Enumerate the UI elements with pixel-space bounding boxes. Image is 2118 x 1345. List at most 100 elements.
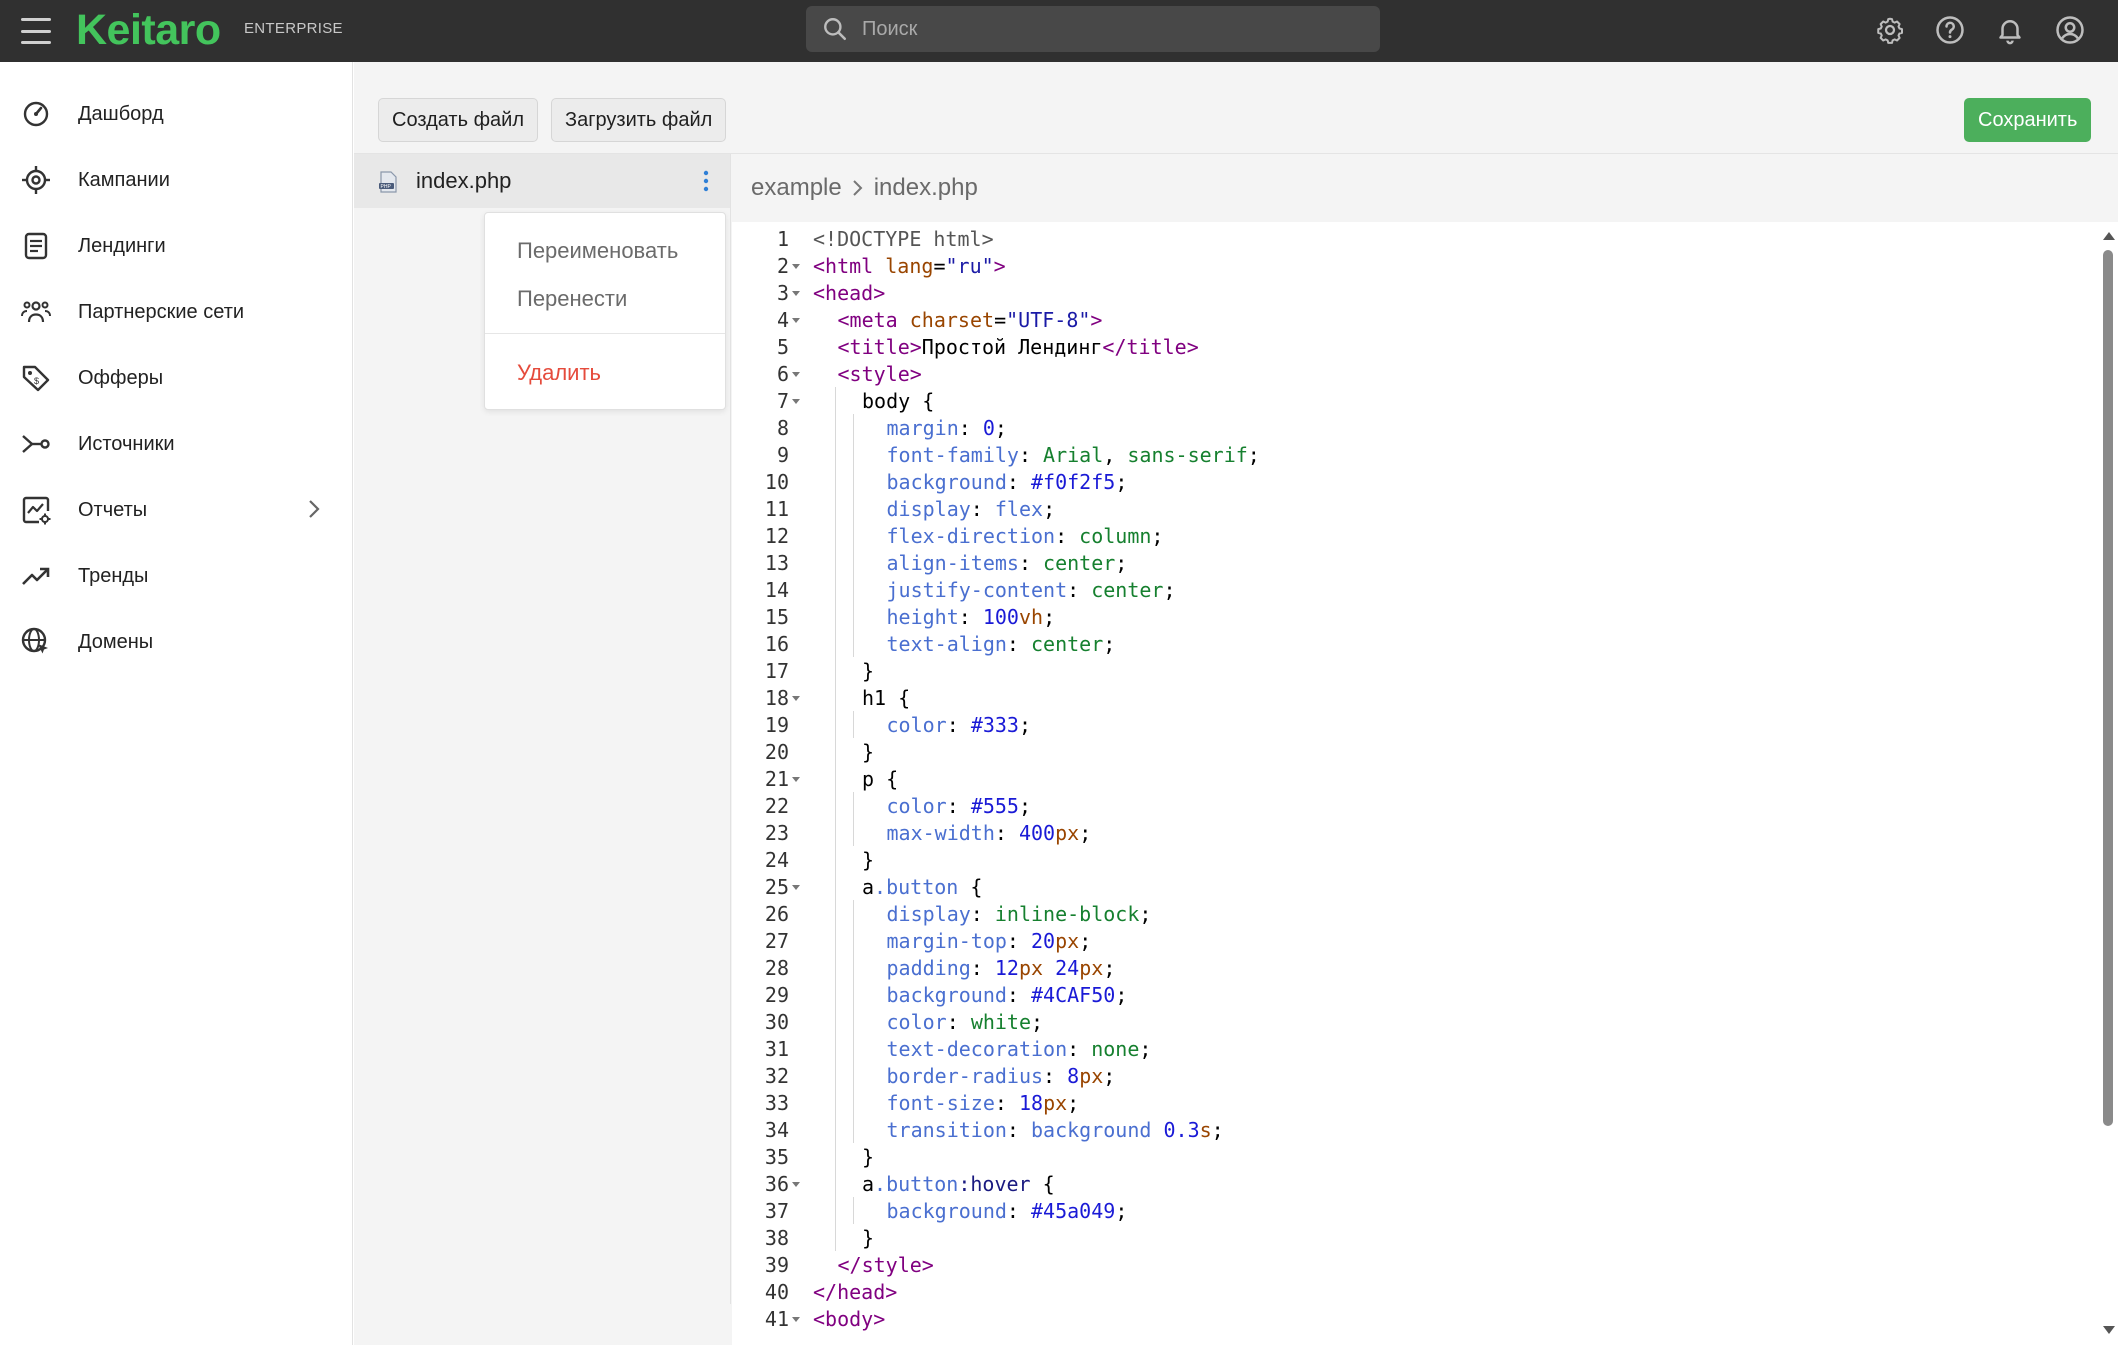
line-number: 23 <box>764 821 789 845</box>
logo[interactable]: Keitaro <box>76 6 221 55</box>
sidebar-item-trends[interactable]: Тренды <box>0 543 352 609</box>
fold-arrow-icon[interactable] <box>792 291 800 296</box>
chevron-right-icon[interactable] <box>304 497 324 521</box>
indent-guide <box>835 927 837 954</box>
code-text: } <box>862 848 875 872</box>
sidebar-item-label: Домены <box>78 630 154 653</box>
code-line: 18 h1 { <box>732 684 2118 711</box>
line-number: 24 <box>764 848 789 872</box>
search-box[interactable] <box>806 6 1380 52</box>
indent-guide <box>835 1035 837 1062</box>
settings-gear-icon[interactable] <box>1872 12 1908 48</box>
indent-guide <box>853 549 855 576</box>
move-menu-item[interactable]: Перенести <box>485 277 725 321</box>
sidebar-item-sources[interactable]: Источники <box>0 411 352 477</box>
code-line: 27 margin-top: 20px; <box>732 927 2118 954</box>
code-text: } <box>862 659 875 683</box>
sidebar-item-reports[interactable]: Отчеты <box>0 477 352 543</box>
code-line: 15 height: 100vh; <box>732 603 2118 630</box>
search-icon <box>824 18 847 41</box>
indent-guide <box>853 468 855 495</box>
create-file-button[interactable]: Создать файл <box>378 98 538 142</box>
code-line: 20} <box>732 738 2118 765</box>
help-icon[interactable] <box>1932 12 1968 48</box>
breadcrumb-bar: example index.php <box>732 154 2118 222</box>
top-icons <box>1872 12 2088 48</box>
code-line: 3 <head> <box>732 279 2118 306</box>
indent-guide <box>835 1116 837 1143</box>
upload-file-button[interactable]: Загрузить файл <box>551 98 727 142</box>
fold-arrow-icon[interactable] <box>792 264 800 269</box>
line-number: 29 <box>764 983 789 1007</box>
scroll-up-arrow-icon[interactable] <box>2103 232 2115 240</box>
code-text: <!DOCTYPE html> <box>813 227 994 251</box>
code-text: h1 { <box>862 686 911 710</box>
fold-arrow-icon[interactable] <box>792 372 800 377</box>
sidebar-item-domains[interactable]: Домены <box>0 609 352 675</box>
code-line: 11 display: flex; <box>732 495 2118 522</box>
fold-arrow-icon[interactable] <box>792 777 800 782</box>
code-text: transition: background 0.3s; <box>886 1118 1224 1142</box>
indent-guide <box>835 549 837 576</box>
save-button[interactable]: Сохранить <box>1964 98 2092 142</box>
indent-guide <box>835 981 837 1008</box>
indent-guide <box>853 711 855 738</box>
code-editor[interactable]: 1 <!DOCTYPE html> 2 <html lang="ru"> 3 <head>… <box>732 222 2118 1345</box>
file-item-index-php[interactable]: PHP index.php <box>354 154 730 208</box>
indent-guide <box>853 576 855 603</box>
code-line: 21 p { <box>732 765 2118 792</box>
breadcrumb-folder[interactable]: example <box>751 174 842 202</box>
code-text: text-decoration: none; <box>886 1037 1152 1061</box>
search-input[interactable] <box>862 17 1342 41</box>
indent-guide <box>835 576 837 603</box>
editor-scrollbar-thumb[interactable] <box>2103 250 2113 1126</box>
more-options-icon[interactable] <box>694 168 718 194</box>
code-line: 12 flex-direction: column; <box>732 522 2118 549</box>
line-number: 31 <box>764 1037 789 1061</box>
indent-guide <box>853 630 855 657</box>
code-line: 4 <meta charset="UTF-8"> <box>732 306 2118 333</box>
fold-arrow-icon[interactable] <box>792 1317 800 1322</box>
code-text: </head> <box>813 1280 898 1304</box>
fold-arrow-icon[interactable] <box>792 1182 800 1187</box>
file-name: index.php <box>416 168 512 193</box>
line-number: 33 <box>764 1091 789 1115</box>
sidebar-item-dashboard[interactable]: Дашборд <box>0 81 352 147</box>
sidebar-item-offers[interactable]: $ Офферы <box>0 345 352 411</box>
indent-guide <box>835 765 837 792</box>
scroll-down-arrow-icon[interactable] <box>2103 1326 2115 1334</box>
delete-menu-item[interactable]: Удалить <box>485 351 725 395</box>
fold-arrow-icon[interactable] <box>792 318 800 323</box>
sidebar-item-label: Источники <box>78 432 175 455</box>
line-number: 28 <box>764 956 789 980</box>
code-line: 7 body { <box>732 387 2118 414</box>
code-line: 41 <body> <box>732 1305 2118 1332</box>
source-branch-icon <box>22 435 50 453</box>
indent-guide <box>853 495 855 522</box>
indent-guide <box>835 900 837 927</box>
menu-toggle-icon[interactable] <box>16 14 56 48</box>
indent-guide <box>835 441 837 468</box>
sidebar-item-campaigns[interactable]: Кампании <box>0 147 352 213</box>
line-number: 11 <box>764 497 789 521</box>
dashboard-gauge-icon <box>23 101 49 127</box>
code-text: padding: 12px 24px; <box>886 956 1116 980</box>
code-text: display: inline-block; <box>886 902 1152 926</box>
sidebar-item-affiliate-networks[interactable]: Партнерские сети <box>0 279 352 345</box>
line-number: 40 <box>764 1280 789 1304</box>
svg-text:$: $ <box>34 376 39 386</box>
rename-menu-item[interactable]: Переименовать <box>485 229 725 273</box>
code-text: <head> <box>813 281 886 305</box>
indent-guide <box>835 738 837 765</box>
indent-guide <box>835 1089 837 1116</box>
notifications-bell-icon[interactable] <box>1992 12 2028 48</box>
sidebar-item-landings[interactable]: Лендинги <box>0 213 352 279</box>
line-number: 27 <box>764 929 789 953</box>
code-line: 25 a.button { <box>732 873 2118 900</box>
fold-arrow-icon[interactable] <box>792 696 800 701</box>
fold-arrow-icon[interactable] <box>792 399 800 404</box>
code-line: 16 text-align: center; <box>732 630 2118 657</box>
fold-arrow-icon[interactable] <box>792 885 800 890</box>
user-account-icon[interactable] <box>2052 12 2088 48</box>
code-line: 5 <title>Простой Лендинг</title> <box>732 333 2118 360</box>
